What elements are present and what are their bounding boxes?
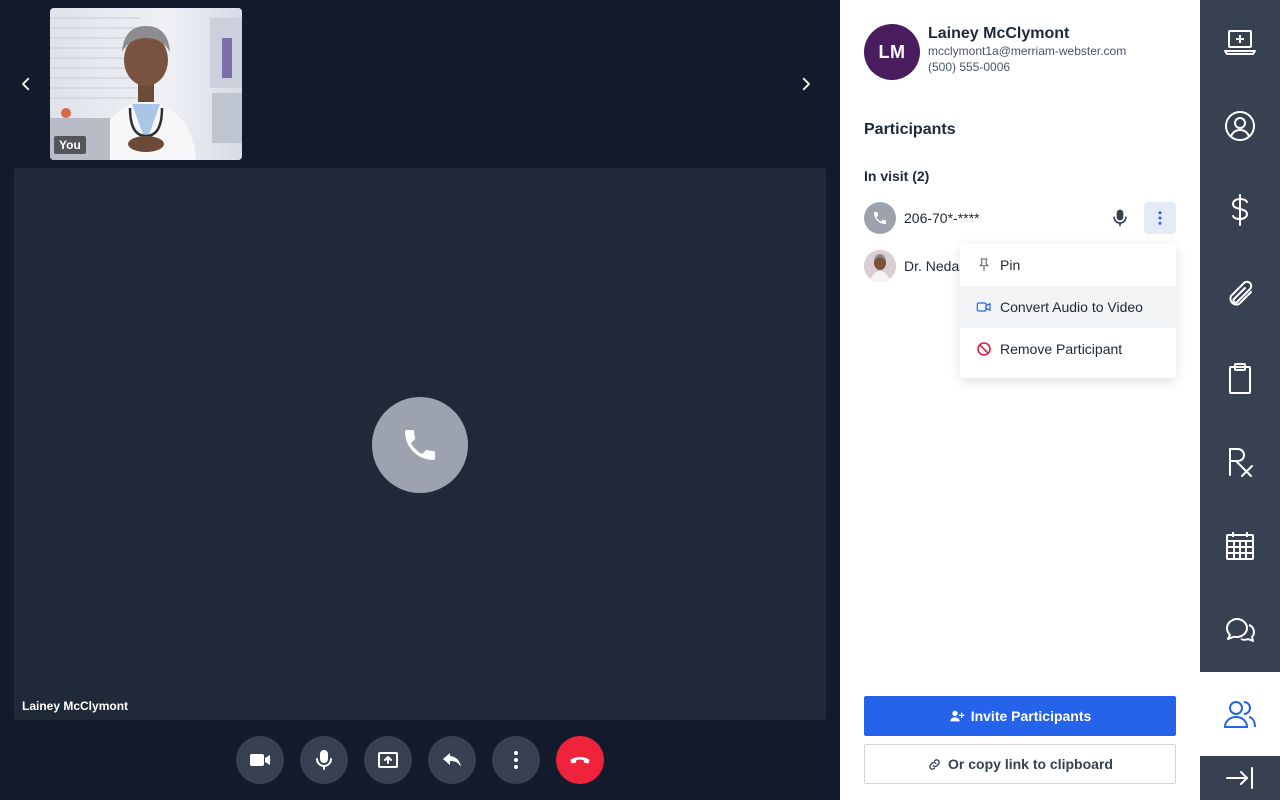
participant-options-menu: Pin Convert Audio to Video Remove Partic… <box>960 244 1176 378</box>
participant-options-button[interactable] <box>1144 202 1176 234</box>
link-icon <box>929 758 940 770</box>
rail-item-participants[interactable] <box>1200 672 1280 756</box>
menu-item-label: Remove Participant <box>1000 341 1123 357</box>
users-icon <box>1223 701 1256 728</box>
clipboard-icon <box>1229 363 1251 394</box>
participant-avatar <box>864 202 896 234</box>
collapse-panel-icon <box>1226 767 1253 789</box>
hang-up-icon <box>570 757 590 764</box>
share-screen-button[interactable] <box>364 736 412 784</box>
participants-panel: LM Lainey McClymont mcclymont1a@merriam-… <box>840 0 1200 800</box>
transfer-button[interactable] <box>428 736 476 784</box>
kebab-vertical-icon <box>1158 211 1162 225</box>
copy-link-button[interactable]: Or copy link to clipboard <box>864 744 1176 784</box>
rail-item-chat[interactable] <box>1200 588 1280 672</box>
menu-item-label: Pin <box>1000 257 1021 273</box>
participant-avatar <box>864 250 896 282</box>
participant-label: 206-70*-**** <box>904 210 980 226</box>
invite-participants-button[interactable]: Invite Participants <box>864 696 1176 736</box>
self-video-thumbnail[interactable]: You <box>50 8 242 160</box>
menu-item-remove-participant[interactable]: Remove Participant <box>960 328 1176 370</box>
invite-participants-label: Invite Participants <box>970 708 1092 724</box>
rail-item-notes[interactable] <box>1200 336 1280 420</box>
end-call-button[interactable] <box>556 736 604 784</box>
next-arrow-button[interactable] <box>790 68 822 100</box>
microphone-button[interactable] <box>300 736 348 784</box>
previous-arrow-button[interactable] <box>10 68 42 100</box>
kebab-vertical-icon <box>514 751 518 769</box>
video-area: You Lainey McClymont <box>0 0 840 800</box>
right-navigation-rail <box>1200 0 1280 800</box>
chevron-right-icon <box>802 77 810 91</box>
camera-button[interactable] <box>236 736 284 784</box>
dollar-icon <box>1231 194 1249 226</box>
patient-avatar: LM <box>864 24 920 80</box>
self-video-label: You <box>54 136 86 154</box>
reply-arrow-icon <box>443 753 461 767</box>
rail-item-profile[interactable] <box>1200 84 1280 168</box>
rail-item-billing[interactable] <box>1200 168 1280 252</box>
audio-only-avatar <box>372 397 468 493</box>
laptop-medical-icon <box>1224 30 1256 55</box>
main-video-tile: Lainey McClymont <box>14 168 826 720</box>
more-options-button[interactable] <box>492 736 540 784</box>
menu-item-label: Convert Audio to Video <box>1000 299 1143 315</box>
participants-heading: Participants <box>864 121 956 138</box>
menu-item-convert-audio-to-video[interactable]: Convert Audio to Video <box>960 286 1176 328</box>
video-camera-icon <box>250 754 270 766</box>
rail-item-calendar[interactable] <box>1200 504 1280 588</box>
patient-email: mcclymont1a@merriam-webster.com <box>928 44 1127 58</box>
calendar-icon <box>1226 532 1254 560</box>
video-camera-icon <box>976 302 991 312</box>
rail-item-prescriptions[interactable] <box>1200 420 1280 504</box>
rail-item-collapse[interactable] <box>1200 756 1280 800</box>
menu-item-pin[interactable]: Pin <box>960 244 1176 286</box>
microphone-icon[interactable] <box>1110 208 1130 228</box>
phone-icon <box>874 212 886 224</box>
patient-phone: (500) 555-0006 <box>928 60 1011 74</box>
phone-icon <box>405 430 435 460</box>
pin-icon <box>979 258 989 271</box>
doctor-avatar-image <box>864 250 896 282</box>
rail-item-attachments[interactable] <box>1200 252 1280 336</box>
add-user-icon <box>950 710 965 722</box>
participant-label: Dr. Neda <box>904 258 960 274</box>
call-controls <box>236 736 604 784</box>
chat-icon <box>1226 618 1255 642</box>
block-icon <box>977 342 991 356</box>
copy-link-label: Or copy link to clipboard <box>948 756 1113 772</box>
main-video-participant-name: Lainey McClymont <box>22 699 129 713</box>
in-visit-count: In visit (2) <box>864 168 930 184</box>
rx-icon <box>1229 448 1253 477</box>
patient-name: Lainey McClymont <box>928 25 1070 42</box>
share-screen-icon <box>378 752 398 768</box>
rail-item-visit[interactable] <box>1200 0 1280 84</box>
microphone-icon <box>316 750 332 770</box>
participant-row-phone: 206-70*-**** <box>864 202 1176 234</box>
user-circle-icon <box>1225 111 1255 141</box>
chevron-left-icon <box>22 77 30 91</box>
paperclip-icon <box>1229 280 1253 306</box>
